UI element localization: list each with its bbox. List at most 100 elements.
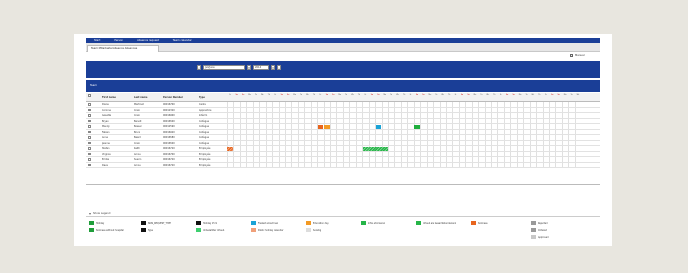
day-cell[interactable] bbox=[574, 107, 581, 112]
legend-swatch bbox=[251, 221, 256, 225]
cell-person-number: 00016500 bbox=[163, 141, 175, 145]
day-cell[interactable] bbox=[574, 113, 581, 118]
legend-item: Approved bbox=[531, 235, 549, 239]
legend-label: Unbezahlter Urlaub bbox=[203, 228, 225, 232]
legend-label: Public holiday calendar bbox=[258, 228, 284, 232]
cell-first-name: Diana bbox=[102, 103, 109, 106]
row-checkbox[interactable] bbox=[88, 146, 91, 151]
year-select[interactable]: 2014 bbox=[253, 65, 269, 70]
legend-item: Sonstig bbox=[306, 228, 321, 232]
cell-last-name: Bruni bbox=[134, 130, 141, 134]
row-checkbox[interactable] bbox=[88, 119, 91, 124]
nav-item-team-calendar[interactable]: Team calendar bbox=[173, 39, 192, 42]
day-cell[interactable] bbox=[574, 151, 581, 156]
manual-icon bbox=[570, 54, 573, 57]
col-type[interactable]: Type bbox=[199, 93, 227, 101]
cell-type: Employée bbox=[199, 158, 211, 161]
absence-marker[interactable] bbox=[362, 146, 388, 151]
nav-item-person[interactable]: Person bbox=[114, 39, 123, 42]
cell-type: Intérim bbox=[199, 114, 208, 117]
row-checkbox[interactable] bbox=[88, 108, 91, 113]
select-all-checkbox[interactable] bbox=[88, 93, 91, 101]
calendar-grid: First name Last name Person Number Type … bbox=[86, 93, 600, 168]
legend-swatch bbox=[306, 221, 311, 225]
cell-first-name: Dave bbox=[102, 163, 108, 167]
legend-item: Infos stornieren bbox=[361, 221, 385, 225]
section-header: Team bbox=[86, 80, 600, 92]
absence-marker[interactable] bbox=[414, 124, 420, 129]
row-checkbox[interactable] bbox=[88, 130, 91, 135]
absence-marker[interactable] bbox=[375, 124, 382, 129]
day-cell[interactable] bbox=[574, 118, 581, 123]
cell-last-name: Martinet bbox=[134, 103, 144, 106]
legend-title: Show Legend bbox=[93, 212, 111, 215]
row-day-cells bbox=[227, 146, 587, 151]
legend-label: Holiday bbox=[96, 221, 105, 225]
cell-last-name: Arnou bbox=[134, 163, 141, 167]
manual-link[interactable]: Manual bbox=[570, 54, 584, 57]
row-checkbox[interactable] bbox=[88, 135, 91, 140]
row-day-cells bbox=[227, 118, 587, 123]
day-cell[interactable] bbox=[574, 157, 581, 162]
cell-type: Collègue bbox=[199, 119, 210, 123]
row-checkbox[interactable] bbox=[88, 152, 91, 157]
month-dropdown-icon[interactable]: ▾ bbox=[247, 65, 251, 70]
legend-item: Freizeit anrechnen bbox=[251, 221, 278, 225]
col-first-name[interactable]: First name bbox=[102, 93, 132, 101]
period-toolbar: ‹ Juli/June ▾ 2014 ▾ › bbox=[86, 61, 600, 78]
day-cell[interactable] bbox=[574, 135, 581, 140]
cell-type: Collègue bbox=[199, 125, 210, 128]
col-last-name[interactable]: Last name bbox=[134, 93, 162, 101]
row-checkbox[interactable] bbox=[88, 141, 91, 146]
legend-toggle[interactable]: Show Legend bbox=[89, 212, 110, 215]
absence-marker[interactable] bbox=[317, 124, 324, 129]
nav-item-absence-request[interactable]: Absence request bbox=[137, 39, 159, 42]
row-checkbox[interactable] bbox=[88, 113, 91, 118]
month-select[interactable]: Juli/June bbox=[203, 65, 245, 70]
cell-last-name: Benoit bbox=[134, 119, 142, 123]
prev-period-icon[interactable]: ‹ bbox=[197, 65, 201, 70]
cell-person-number: 00016720 bbox=[163, 158, 175, 161]
row-day-cells bbox=[227, 157, 587, 162]
legend-label: Sickness bbox=[478, 221, 488, 225]
row-day-cells bbox=[227, 107, 587, 112]
day-cell[interactable] bbox=[574, 129, 581, 134]
cell-last-name: Kaith bbox=[134, 147, 140, 150]
legend-swatch bbox=[306, 228, 311, 232]
cell-person-number: 00016900 bbox=[163, 114, 175, 117]
cell-first-name: Emilie bbox=[102, 158, 110, 161]
legend-label: Sickness without hospital bbox=[96, 228, 124, 232]
legend-item: Type bbox=[141, 228, 153, 232]
cell-person-number: 00016700 bbox=[163, 103, 175, 106]
year-dropdown-icon[interactable]: ▾ bbox=[271, 65, 275, 70]
row-checkbox[interactable] bbox=[88, 102, 91, 107]
row-day-cells bbox=[227, 140, 587, 145]
legend-label: Holiday 15:9 bbox=[203, 221, 217, 225]
cell-last-name: Crain bbox=[134, 114, 141, 117]
manual-label: Manual bbox=[575, 54, 585, 57]
row-checkbox[interactable] bbox=[88, 163, 91, 168]
cell-person-number: 00016500 bbox=[163, 119, 175, 123]
cell-type: Collègue bbox=[199, 130, 210, 134]
period-selector: ‹ Juli/June ▾ 2014 ▾ › bbox=[197, 65, 281, 70]
day-cell[interactable] bbox=[574, 140, 581, 145]
app-window: Start Person Absence request Team calend… bbox=[74, 34, 612, 246]
day-cell[interactable] bbox=[574, 102, 581, 107]
day-cell[interactable] bbox=[574, 162, 581, 167]
legend-label: Education day bbox=[313, 221, 329, 225]
day-cell[interactable] bbox=[574, 146, 581, 151]
row-checkbox[interactable] bbox=[88, 124, 91, 129]
tab-team-absences[interactable]: Team MitarbeiterAbsence Absences bbox=[87, 45, 159, 52]
next-period-icon[interactable]: › bbox=[277, 65, 281, 70]
table-row[interactable]: Dave Arnou 00016720 Employée bbox=[86, 162, 600, 168]
cell-person-number: 00012590 bbox=[163, 125, 175, 128]
day-cell[interactable] bbox=[574, 124, 581, 129]
absence-marker[interactable] bbox=[227, 146, 234, 151]
nav-item-start[interactable]: Start bbox=[94, 39, 100, 42]
absence-marker[interactable] bbox=[324, 124, 330, 129]
cell-person-number: 00016920 bbox=[163, 130, 175, 134]
col-person-number[interactable]: Person Number bbox=[163, 93, 197, 101]
row-day-cells bbox=[227, 124, 587, 129]
row-checkbox[interactable] bbox=[88, 157, 91, 162]
legend-swatch bbox=[251, 228, 256, 232]
